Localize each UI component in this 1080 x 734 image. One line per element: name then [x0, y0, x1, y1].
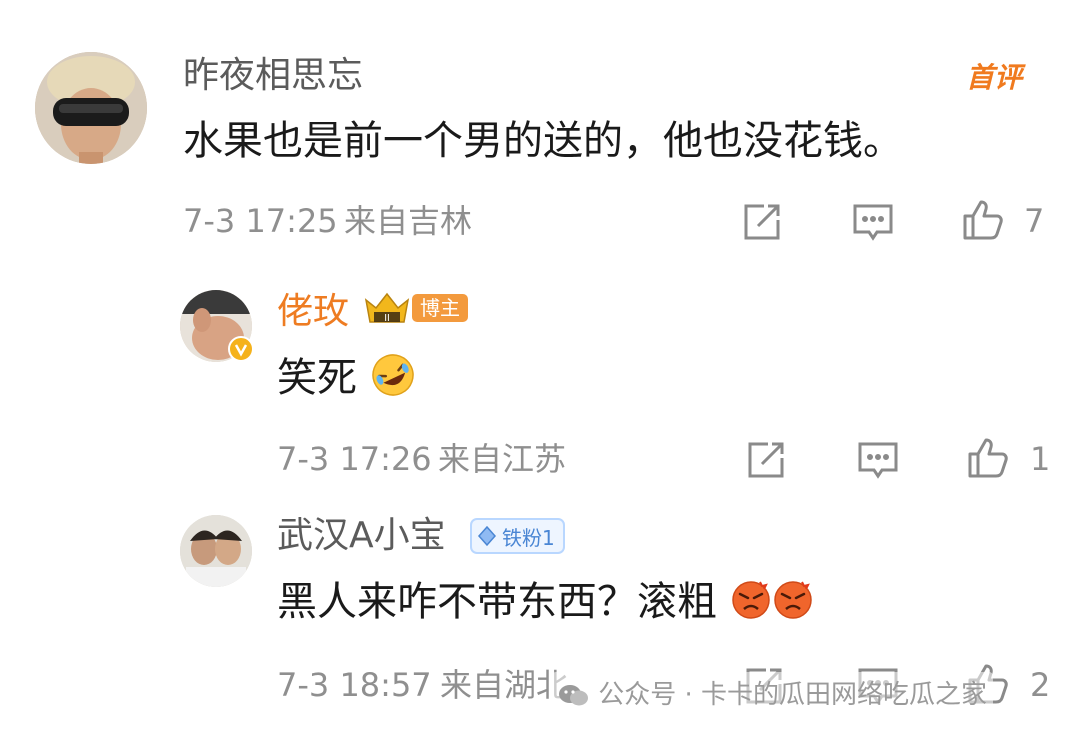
- username[interactable]: 佬玫: [277, 292, 349, 332]
- username[interactable]: 武汉A小宝: [277, 516, 446, 556]
- angry-emoji-icon: [772, 578, 814, 630]
- like-count: 2: [1030, 666, 1051, 704]
- comment-location: 来自吉林: [344, 202, 473, 240]
- verified-icon: [228, 336, 254, 362]
- like-icon[interactable]: [966, 436, 1010, 480]
- username[interactable]: 昨夜相思忘: [183, 56, 363, 96]
- comment-location: 来自江苏: [438, 440, 567, 478]
- like-count: 7: [1024, 202, 1045, 240]
- comment-time: 7-3 17:25: [183, 202, 338, 240]
- comment-text: 笑死: [277, 352, 416, 408]
- crown-icon: II: [364, 292, 410, 324]
- avatar[interactable]: [180, 515, 252, 587]
- comment-time: 7-3 17:26: [277, 440, 432, 478]
- comment-icon[interactable]: [851, 200, 895, 244]
- avatar[interactable]: [35, 52, 147, 164]
- comment-text-content: 笑死: [277, 355, 357, 401]
- comment-icon[interactable]: [856, 438, 900, 482]
- comment-text: 水果也是前一个男的送的，他也没花钱。: [183, 118, 903, 164]
- angry-emoji-icon: [730, 578, 772, 630]
- comment-time: 7-3 18:57: [277, 666, 432, 704]
- first-comment-tag: 首评: [966, 61, 1023, 94]
- wechat-icon: [559, 684, 588, 705]
- watermark-text: 公众号 · 卡卡的瓜田网络吃瓜之家: [598, 680, 988, 710]
- fan-badge-label: 铁粉1: [502, 525, 555, 550]
- watermark: 公众号 · 卡卡的瓜田网络吃瓜之家: [552, 672, 994, 713]
- share-icon[interactable]: [740, 200, 784, 244]
- diamond-icon: [477, 525, 497, 547]
- rofl-emoji-icon: [370, 352, 416, 408]
- crown-level: II: [384, 313, 390, 324]
- comment-text: 黑人来咋不带东西？滚粗: [277, 578, 814, 630]
- comment-location: 来自湖北: [440, 666, 569, 704]
- fan-badge: 铁粉1: [470, 518, 565, 554]
- share-icon[interactable]: [744, 438, 788, 482]
- crown-badge: II 博主: [362, 288, 468, 328]
- comment-text-content: 黑人来咋不带东西？滚粗: [277, 579, 717, 625]
- like-icon[interactable]: [961, 198, 1005, 242]
- like-count: 1: [1030, 440, 1051, 478]
- blogger-badge: 博主: [412, 294, 468, 322]
